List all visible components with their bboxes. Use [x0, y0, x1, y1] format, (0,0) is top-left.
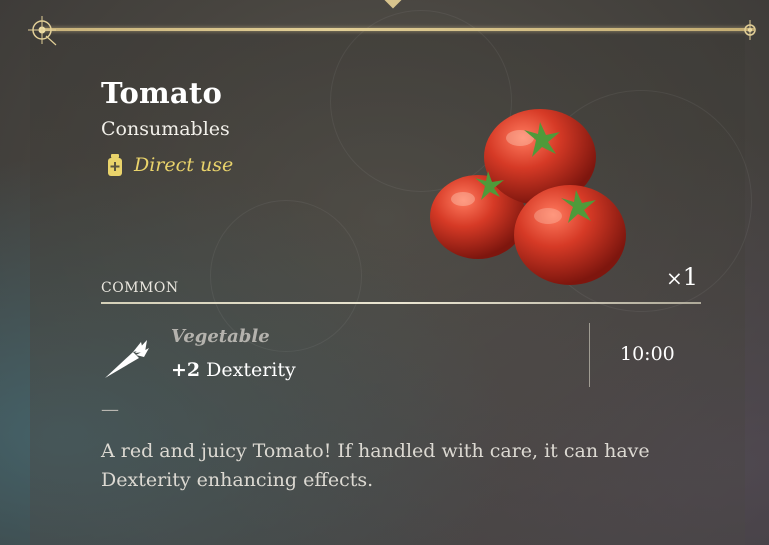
rarity-label: COMMON	[101, 280, 179, 296]
food-type-label: Vegetable	[171, 326, 270, 347]
item-name: Tomato	[101, 76, 223, 110]
stat-name: Dexterity	[206, 359, 296, 381]
potion-bottle-icon	[108, 154, 122, 176]
usage-label: Direct use	[134, 154, 234, 176]
stat-bonus: +2 Dexterity	[171, 359, 296, 381]
frame-top-border	[42, 28, 754, 31]
quantity-value: 1	[682, 263, 699, 291]
carrot-icon	[105, 340, 149, 378]
usage-row: Direct use	[106, 153, 233, 177]
effect-duration: 10:00	[620, 343, 675, 365]
item-category: Consumables	[101, 118, 230, 140]
tomato-image	[430, 109, 626, 285]
item-quantity: ×1	[666, 263, 698, 291]
separator-dash: —	[101, 399, 119, 420]
stat-value: +2	[171, 359, 201, 381]
frame-gem-ornament	[384, 0, 402, 9]
item-description: A red and juicy Tomato! If handled with …	[101, 440, 650, 491]
quantity-prefix: ×	[666, 266, 683, 290]
frame-corner-ornament-icon	[28, 16, 57, 46]
vertical-divider	[589, 323, 590, 387]
section-divider	[101, 302, 701, 304]
frame-corner-ornament-icon	[744, 20, 756, 40]
